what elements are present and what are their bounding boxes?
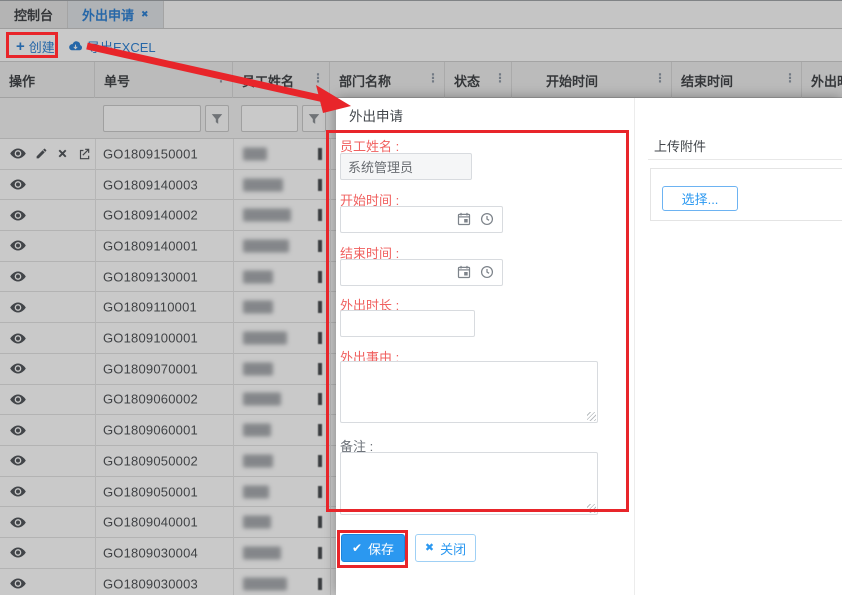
reason-textarea[interactable] (340, 361, 598, 423)
remark-textarea[interactable] (340, 452, 598, 515)
select-file-button[interactable]: 选择... (662, 186, 738, 211)
calendar-icon[interactable] (457, 265, 471, 279)
check-icon: ✔ (352, 542, 362, 554)
outing-request-dialog: 外出申请 员工姓名 : 开始时间 : 结束时间 : 外出时长 : 外出事由 : … (336, 98, 842, 595)
select-file-label: 选择... (682, 189, 719, 208)
upload-dropzone: 选择... (650, 168, 842, 221)
end-time-input[interactable] (340, 259, 503, 286)
duration-input[interactable] (340, 310, 475, 337)
start-time-input[interactable] (340, 206, 503, 233)
save-button[interactable]: ✔ 保存 (341, 534, 405, 562)
close-x-icon: ✖ (425, 543, 434, 554)
clock-icon[interactable] (480, 212, 494, 226)
close-button-label: 关闭 (440, 539, 466, 558)
upload-panel-title: 上传附件 (654, 136, 706, 155)
panel-divider (634, 98, 635, 595)
dialog-title: 外出申请 (349, 105, 403, 125)
clock-icon[interactable] (480, 265, 494, 279)
close-button[interactable]: ✖ 关闭 (415, 534, 476, 562)
upload-divider (648, 159, 842, 160)
calendar-icon[interactable] (457, 212, 471, 226)
app-window: 控制台外出申请✖ + 创建 导出EXCEL 操作单号⋮员工姓名⋮部门名称⋮状态⋮… (0, 0, 842, 595)
save-button-label: 保存 (368, 539, 394, 558)
employee-name-input[interactable] (340, 153, 472, 180)
